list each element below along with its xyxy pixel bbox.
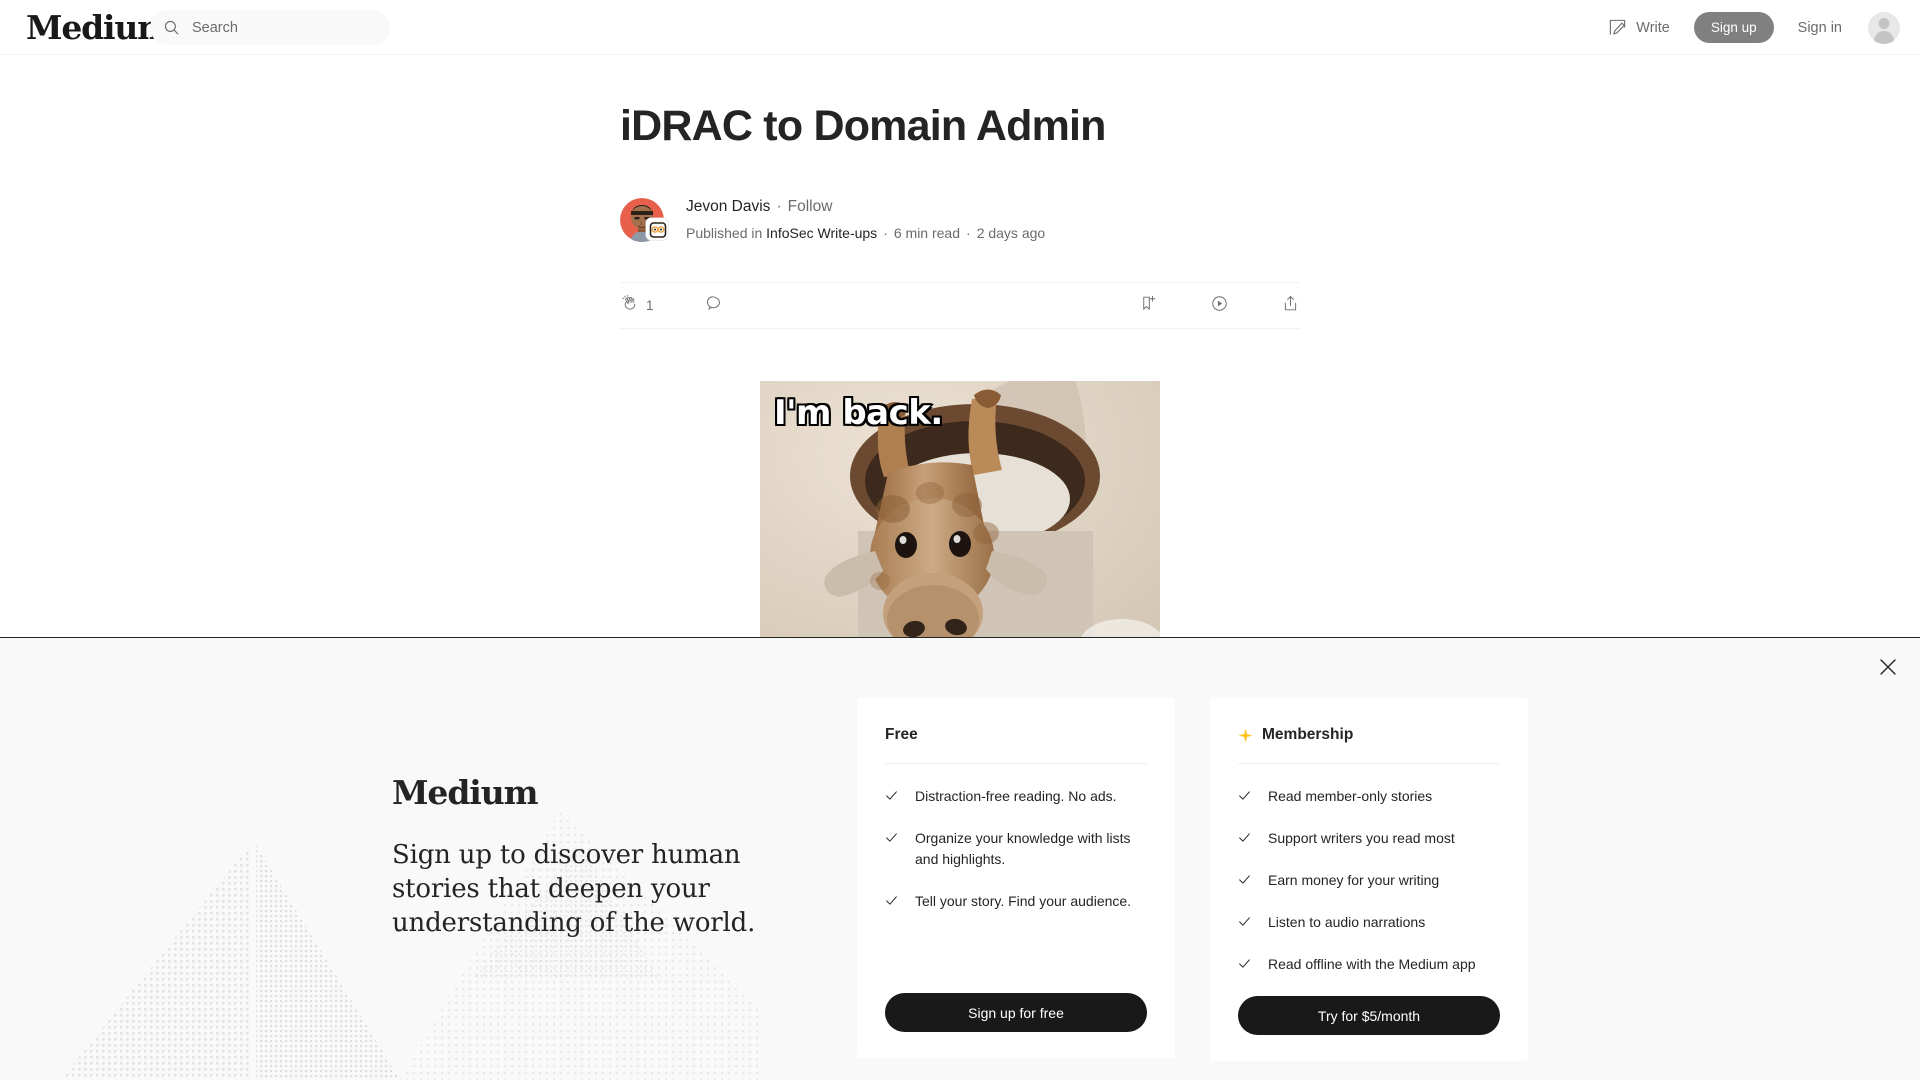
list-item: Support writers you read most	[1238, 828, 1500, 849]
free-plan-title-text: Free	[885, 726, 918, 743]
membership-plan-title-text: Membership	[1262, 726, 1354, 743]
share-icon	[1281, 294, 1300, 318]
clap-count: 1	[646, 298, 654, 313]
comment-button[interactable]	[706, 294, 725, 318]
list-item: Read member-only stories	[1238, 786, 1500, 807]
bookmark-plus-icon	[1139, 294, 1158, 318]
free-features-list: Distraction-free reading. No ads. Organi…	[885, 786, 1147, 993]
membership-plan-title: Membership	[1238, 726, 1500, 744]
search-input[interactable]	[192, 19, 362, 36]
byline-primary: Jevon Davis · Follow	[686, 196, 1045, 218]
banner-promo: Medium Sign up to discover human stories…	[392, 698, 822, 940]
clap-icon	[620, 294, 639, 318]
banner-medium-logo: Medium	[392, 773, 539, 812]
avatar[interactable]	[620, 198, 676, 242]
free-plan-card: Free Distraction-free reading. No ads. O…	[857, 698, 1175, 1058]
play-circle-icon	[1210, 294, 1229, 318]
site-header: Medium Write Sign up Sign in	[0, 0, 1920, 55]
action-bar-left: 1	[620, 294, 725, 318]
page-title: iDRAC to Domain Admin	[620, 102, 1106, 150]
byline-secondary: Published in InfoSec Write-ups · 6 min rea…	[686, 222, 1045, 244]
check-icon	[1238, 915, 1251, 928]
user-avatar[interactable]	[1868, 11, 1900, 44]
clap-button[interactable]: 1	[620, 294, 654, 318]
check-icon	[885, 831, 898, 844]
free-plan-title: Free	[885, 726, 1147, 744]
check-icon	[1238, 957, 1251, 970]
read-time: 6 min read	[893, 225, 961, 241]
share-button[interactable]	[1281, 294, 1300, 318]
try-membership-button[interactable]: Try for $5/month	[1238, 996, 1500, 1035]
write-label: Write	[1636, 19, 1670, 36]
pencil-icon	[1608, 18, 1627, 37]
list-item: Listen to audio narrations	[1238, 912, 1500, 933]
feature-text: Earn money for your writing	[1268, 872, 1440, 888]
hero-caption: I'm back.	[773, 392, 945, 435]
feature-text: Read offline with the Medium app	[1268, 956, 1476, 972]
hero-image-wrapper: I'm back.	[620, 381, 1300, 671]
check-icon	[885, 894, 898, 907]
feature-text: Distraction-free reading. No ads.	[915, 788, 1117, 804]
listen-button[interactable]	[1210, 294, 1229, 318]
hero-image: I'm back.	[760, 381, 1160, 671]
save-bookmark-button[interactable]	[1139, 294, 1158, 318]
membership-plan-card: Membership Read member-only stories Supp…	[1210, 698, 1528, 1061]
publication-badge[interactable]	[646, 218, 668, 240]
follow-button[interactable]: Follow	[788, 198, 833, 215]
feature-text: Tell your story. Find your audience.	[915, 893, 1132, 909]
signup-button[interactable]: Sign up	[1693, 12, 1774, 43]
byline-separator-1: ·	[776, 198, 782, 215]
check-icon	[885, 789, 898, 802]
header-actions: Write Sign up Sign in	[1608, 0, 1900, 55]
publication-link[interactable]: InfoSec Write-ups	[766, 225, 877, 241]
membership-features-list: Read member-only stories Support writers…	[1238, 786, 1500, 996]
check-icon	[1238, 831, 1251, 844]
feature-text: Organize your knowledge with lists and h…	[915, 830, 1131, 867]
list-item: Read offline with the Medium app	[1238, 954, 1500, 975]
comment-icon	[706, 294, 725, 318]
feature-text: Listen to audio narrations	[1268, 914, 1426, 930]
membership-card-divider	[1238, 763, 1500, 764]
signin-button[interactable]: Sign in	[1798, 20, 1842, 36]
byline-separator-3: ·	[966, 225, 971, 241]
list-item: Tell your story. Find your audience.	[885, 891, 1147, 912]
signup-for-free-button[interactable]: Sign up for free	[885, 993, 1147, 1032]
published-date: 2 days ago	[976, 225, 1046, 241]
article-action-bar: 1	[620, 282, 1300, 329]
free-card-divider	[885, 763, 1147, 764]
write-button[interactable]: Write	[1608, 18, 1670, 37]
list-item: Earn money for your writing	[1238, 870, 1500, 891]
list-item: Organize your knowledge with lists and h…	[885, 828, 1147, 870]
byline-separator-2: ·	[883, 225, 888, 241]
check-icon	[1238, 873, 1251, 886]
check-icon	[1238, 789, 1251, 802]
author-name[interactable]: Jevon Davis	[686, 198, 770, 215]
feature-text: Read member-only stories	[1268, 788, 1433, 804]
article-container: iDRAC to Domain Admin Jevon Davis · Foll…	[0, 55, 1920, 671]
action-bar-right	[1139, 294, 1300, 318]
published-in-label: Published in	[686, 225, 763, 241]
list-item: Distraction-free reading. No ads.	[885, 786, 1147, 807]
signup-banner: Medium Sign up to discover human stories…	[0, 637, 1920, 1080]
search-icon	[163, 19, 180, 36]
banner-headline: Sign up to discover human stories that d…	[392, 840, 756, 938]
star-icon	[1238, 727, 1253, 743]
byline: Jevon Davis · Follow Published in InfoSec …	[620, 196, 1300, 244]
search-bar[interactable]	[150, 10, 390, 45]
feature-text: Support writers you read most	[1268, 830, 1455, 846]
